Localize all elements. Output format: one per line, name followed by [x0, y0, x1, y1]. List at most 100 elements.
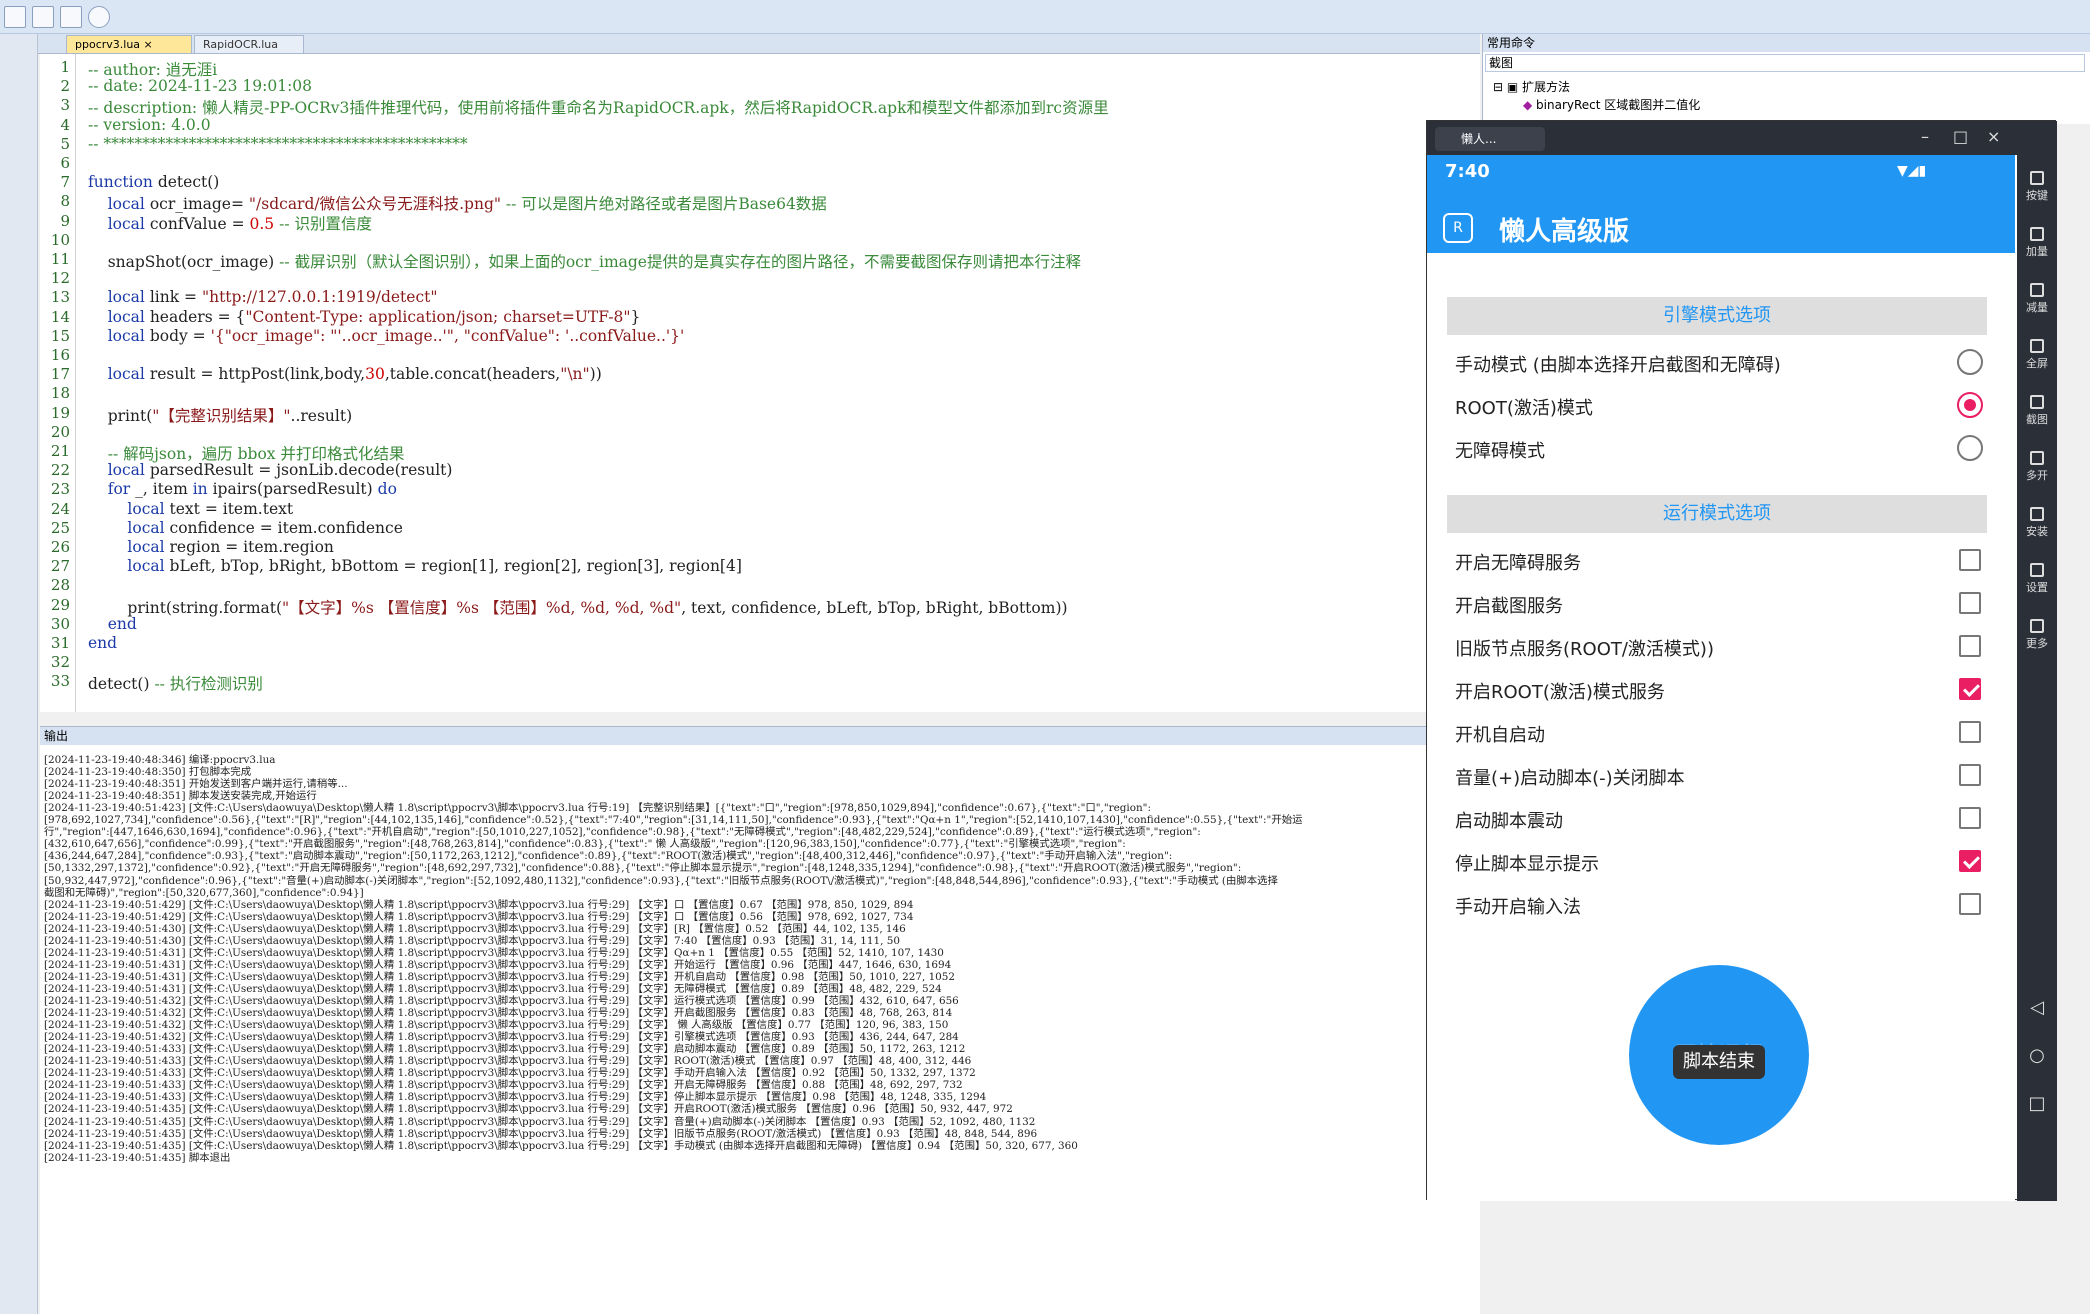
line-gutter: 1 2 3 4 5 6 7 8 9 10 11 12 13 14 15 16 17 18 19 20 21 22 23 24 2…: [40, 54, 76, 712]
emulator-titlebar: 懒人... × □ –: [1427, 121, 2057, 155]
line-number: 27: [50, 557, 70, 576]
line-number: 33: [50, 672, 70, 691]
engine-option-radio[interactable]: [1957, 349, 1983, 375]
emulator-sidebar: 按键加量减量全屏截图多开安装设置更多 ◁ ○ □: [2017, 155, 2057, 1201]
line-number: 30: [50, 614, 70, 633]
code-line: local text = item.text: [88, 500, 293, 518]
line-number: 24: [50, 499, 70, 518]
side-button-label: 加量: [2026, 245, 2048, 258]
code-token: "http://127.0.0.1:1919/detect": [201, 288, 438, 307]
run-option-checkbox[interactable]: [1959, 592, 1981, 614]
code-line: end: [88, 615, 137, 633]
home-icon[interactable]: ○: [2017, 1045, 2057, 1066]
code-token: function: [88, 173, 153, 192]
phone-screen: 7:40 ▼◢▮ R 懒人高级版 引擎模式选项 手动模式 (由脚本选择开启截图和…: [1427, 155, 2015, 1201]
code-token: end: [88, 614, 137, 633]
toolbar: [0, 0, 2090, 34]
commands-search-input[interactable]: 截图: [1485, 54, 2085, 72]
log-line: [2024-11-23-19:40:51:435] 脚本退出: [44, 1151, 231, 1164]
line-number: 23: [50, 480, 70, 499]
code-line: local confValue = 0.5 -- 识别置信度: [88, 212, 372, 234]
engine-option-radio[interactable]: [1957, 392, 1983, 418]
side-button[interactable]: 多开: [2017, 451, 2057, 483]
code-line: -- date: 2024-11-23 19:01:08: [88, 77, 312, 95]
run-option-checkbox[interactable]: [1959, 807, 1981, 829]
code-token: snapShot(ocr_image): [88, 253, 275, 271]
editor-tabs: ppocrv3.lua × RapidOCR.lua: [38, 34, 1480, 54]
side-button[interactable]: 更多: [2017, 619, 2057, 651]
code-token: local: [88, 538, 165, 556]
help-icon[interactable]: [88, 6, 110, 28]
run-option-checkbox[interactable]: [1959, 678, 1981, 700]
tree-item-label: binaryRect 区域截图并二值化: [1536, 98, 1701, 112]
code-token: detect(): [152, 173, 220, 192]
line-number: 12: [50, 269, 70, 288]
run-option-checkbox[interactable]: [1959, 893, 1981, 915]
side-button[interactable]: 安装: [2017, 507, 2057, 539]
line-number: 26: [50, 538, 70, 556]
side-button-label: 减量: [2026, 301, 2048, 314]
run-option-checkbox[interactable]: [1959, 635, 1981, 657]
signal-icon: ▼◢▮: [1897, 163, 1927, 179]
run-option-checkbox[interactable]: [1959, 721, 1981, 743]
run-option-checkbox[interactable]: [1959, 764, 1981, 786]
side-button-label: 安装: [2026, 525, 2048, 538]
close-icon[interactable]: ×: [1987, 127, 2000, 146]
side-button[interactable]: 加量: [2017, 227, 2057, 259]
code-token: "\n": [560, 365, 590, 384]
camera-icon[interactable]: [32, 6, 54, 28]
screenshot-icon[interactable]: [60, 6, 82, 28]
code-line: -- description: 懒人精灵-PP-OCRv3插件推理代码，使用前将…: [88, 96, 1109, 118]
code-token: local: [88, 214, 145, 233]
run-option-checkbox[interactable]: [1959, 549, 1981, 571]
run-option-label: 开启无障碍服务: [1455, 553, 1581, 574]
tab-rapidocr[interactable]: RapidOCR.lua: [194, 35, 304, 53]
tab-ppocrv3[interactable]: ppocrv3.lua ×: [66, 35, 192, 53]
tab-label: ppocrv3.lua: [75, 38, 141, 51]
engine-option-radio[interactable]: [1957, 435, 1983, 461]
code-token: local: [88, 499, 165, 518]
code-token: region = item.region: [164, 538, 334, 556]
side-button[interactable]: 设置: [2017, 563, 2057, 595]
app-bar: 7:40 ▼◢▮ R 懒人高级版: [1427, 155, 2015, 253]
run-option-checkbox[interactable]: [1959, 850, 1981, 872]
code-token: , text, confidence, bLeft, bTop, bRight,…: [681, 598, 1068, 617]
left-strip: [0, 34, 38, 1314]
code-line: local parsedResult = jsonLib.decode(resu…: [88, 461, 453, 479]
side-button-label: 按键: [2026, 189, 2048, 202]
line-number: 1: [60, 58, 70, 76]
side-button[interactable]: 按键: [2017, 171, 2057, 203]
code-line: local link = "http://127.0.0.1:1919/dete…: [88, 288, 438, 306]
side-button-label: 截图: [2026, 413, 2048, 426]
tree-item-binaryrect[interactable]: ◆ binaryRect 区域截图并二值化: [1523, 96, 1700, 113]
tree-node-extension[interactable]: ⊟ ▣ 扩展方法: [1493, 78, 1570, 95]
close-icon[interactable]: ×: [144, 38, 153, 51]
line-number: 31: [50, 634, 70, 652]
app-logo-icon: R: [1443, 213, 1473, 243]
code-token: 30: [365, 365, 385, 384]
run-option-label: 开机自启动: [1455, 725, 1545, 746]
minimize-icon[interactable]: –: [1921, 127, 1929, 146]
toolbar-icon-1[interactable]: [4, 6, 26, 28]
emulator-tab-label: 懒人...: [1461, 132, 1497, 146]
line-number: 5: [60, 134, 70, 153]
recents-icon[interactable]: □: [2017, 1093, 2057, 1114]
line-number: 18: [50, 384, 70, 403]
line-number: 29: [50, 595, 70, 614]
side-button-icon: [2030, 395, 2044, 409]
back-icon[interactable]: ◁: [2017, 997, 2057, 1018]
code-line: local confidence = item.confidence: [88, 519, 402, 537]
status-time: 7:40: [1445, 161, 1490, 182]
side-button[interactable]: 截图: [2017, 395, 2057, 427]
line-number: 3: [60, 96, 70, 115]
start-run-fab[interactable]: 开始运行 脚本结束: [1629, 965, 1809, 1145]
side-button[interactable]: 全屏: [2017, 339, 2057, 371]
code-editor[interactable]: 1 2 3 4 5 6 7 8 9 10 11 12 13 14 15 16 17 18 19 20 21 22 23 24 2…: [40, 54, 1480, 712]
side-button-icon: [2030, 451, 2044, 465]
emulator-tab[interactable]: 懒人...: [1435, 127, 1545, 151]
code-token: for: [88, 480, 131, 499]
maximize-icon[interactable]: □: [1953, 127, 1968, 146]
line-number: 11: [50, 250, 70, 268]
side-button-label: 多开: [2026, 469, 2048, 482]
side-button[interactable]: 减量: [2017, 283, 2057, 315]
